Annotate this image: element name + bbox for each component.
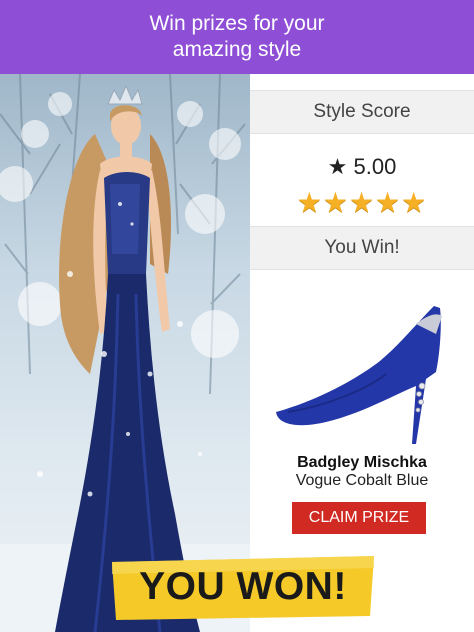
crown-icon (107, 84, 143, 105)
result-label: You Win! (324, 237, 400, 258)
high-heel-icon (276, 306, 442, 444)
result-panel: Style Score ★ 5.00 ★★★★★ You Win! Badgle… (250, 74, 474, 574)
style-score-label: Style Score (313, 101, 411, 122)
prize-name: Vogue Cobalt Blue (295, 472, 429, 489)
result-bar: You Win! (250, 226, 474, 270)
claim-prize-button[interactable]: CLAIM PRIZE (292, 502, 426, 534)
style-score-bar: Style Score (250, 90, 474, 134)
promo-header: Win prizes for your amazing style (0, 0, 474, 74)
banner-text: YOU WON! (139, 565, 347, 608)
header-title-line1: Win prizes for your (149, 12, 325, 35)
model-illustration (0, 74, 250, 632)
score-value: ★ 5.00 (327, 154, 397, 179)
prize-brand: Badgley Mischka (297, 454, 427, 471)
model-scene (0, 74, 250, 632)
star-rating: ★★★★★ (296, 187, 428, 218)
header-title-line2: amazing style (172, 38, 302, 61)
